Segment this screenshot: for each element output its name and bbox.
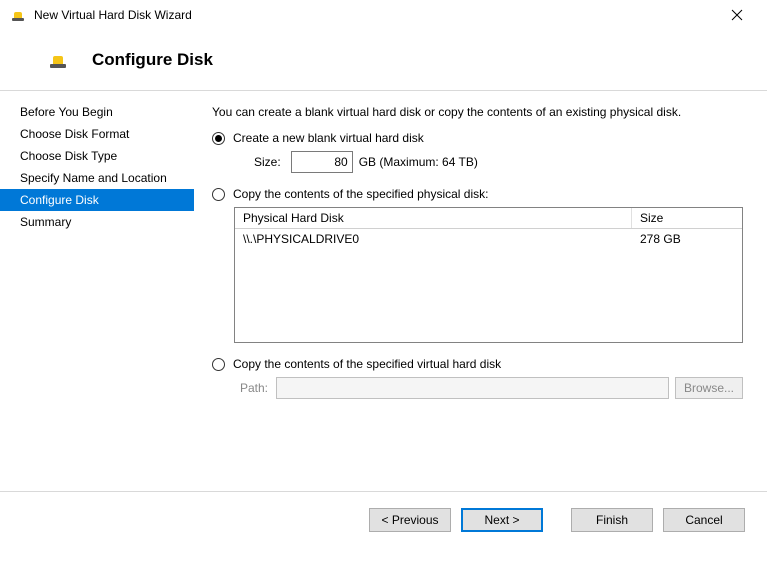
close-button[interactable] — [717, 0, 757, 30]
cell-disk-size: 278 GB — [632, 229, 742, 249]
size-row: Size: GB (Maximum: 64 TB) — [254, 151, 743, 173]
cancel-button[interactable]: Cancel — [663, 508, 745, 532]
size-label: Size: — [254, 155, 281, 169]
wizard-sidebar: Before You Begin Choose Disk Format Choo… — [0, 91, 194, 491]
option-copy-physical[interactable]: Copy the contents of the specified physi… — [212, 187, 743, 201]
option-create-blank-label: Create a new blank virtual hard disk — [233, 131, 424, 145]
table-row[interactable]: \\.\PHYSICALDRIVE0 278 GB — [235, 229, 742, 249]
next-button[interactable]: Next > — [461, 508, 543, 532]
option-copy-virtual-label: Copy the contents of the specified virtu… — [233, 357, 501, 371]
hard-disk-icon — [10, 7, 26, 23]
option-copy-physical-label: Copy the contents of the specified physi… — [233, 187, 488, 201]
path-label: Path: — [240, 381, 268, 395]
size-input[interactable] — [291, 151, 353, 173]
wizard-footer: < Previous Next > Finish Cancel — [0, 491, 767, 547]
hard-disk-icon — [48, 50, 68, 70]
column-header-size[interactable]: Size — [632, 208, 742, 228]
page-title: Configure Disk — [92, 50, 213, 70]
titlebar: New Virtual Hard Disk Wizard — [0, 0, 767, 30]
wizard-header: Configure Disk — [0, 30, 767, 90]
sidebar-item-choose-disk-type[interactable]: Choose Disk Type — [0, 145, 194, 167]
close-icon — [731, 9, 743, 21]
wizard-content: You can create a blank virtual hard disk… — [194, 91, 767, 491]
size-unit: GB (Maximum: 64 TB) — [359, 155, 478, 169]
intro-text: You can create a blank virtual hard disk… — [212, 105, 743, 119]
sidebar-item-summary[interactable]: Summary — [0, 211, 194, 233]
sidebar-item-specify-name-location[interactable]: Specify Name and Location — [0, 167, 194, 189]
path-row: Path: Browse... — [240, 377, 743, 399]
sidebar-item-before-you-begin[interactable]: Before You Begin — [0, 101, 194, 123]
finish-button[interactable]: Finish — [571, 508, 653, 532]
window-title: New Virtual Hard Disk Wizard — [34, 8, 717, 22]
browse-button: Browse... — [675, 377, 743, 399]
radio-create-blank[interactable] — [212, 132, 225, 145]
cell-disk-name: \\.\PHYSICALDRIVE0 — [235, 229, 632, 249]
radio-copy-physical[interactable] — [212, 188, 225, 201]
radio-copy-virtual[interactable] — [212, 358, 225, 371]
wizard-body: Before You Begin Choose Disk Format Choo… — [0, 91, 767, 491]
sidebar-item-configure-disk[interactable]: Configure Disk — [0, 189, 194, 211]
sidebar-item-choose-disk-format[interactable]: Choose Disk Format — [0, 123, 194, 145]
column-header-disk[interactable]: Physical Hard Disk — [235, 208, 632, 228]
physical-disk-table[interactable]: Physical Hard Disk Size \\.\PHYSICALDRIV… — [234, 207, 743, 343]
option-create-blank[interactable]: Create a new blank virtual hard disk — [212, 131, 743, 145]
option-copy-virtual[interactable]: Copy the contents of the specified virtu… — [212, 357, 743, 371]
path-input — [276, 377, 669, 399]
previous-button[interactable]: < Previous — [369, 508, 451, 532]
table-header: Physical Hard Disk Size — [235, 208, 742, 229]
